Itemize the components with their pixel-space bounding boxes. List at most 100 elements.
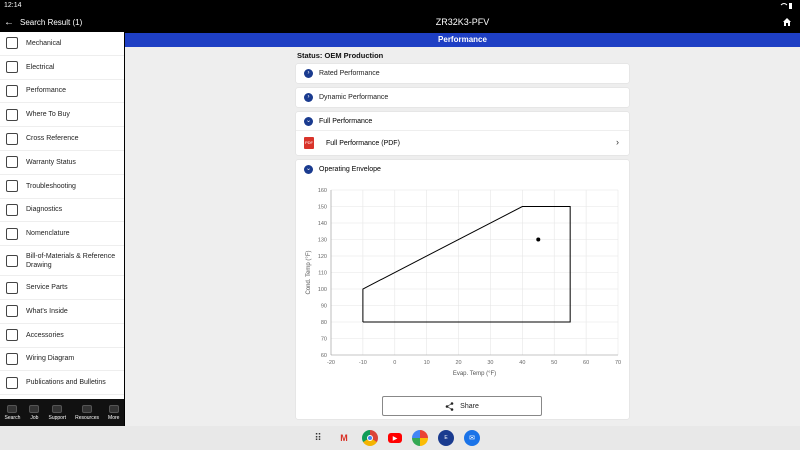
youtube-icon[interactable]: ▶ [388, 433, 402, 443]
android-nav-bar: ⠿ M ▶ E ✉ [0, 426, 800, 450]
sidebar-item-where-to-buy[interactable]: Where To Buy [0, 103, 124, 128]
full-performance-label: Full Performance [319, 117, 373, 125]
rated-performance-label: Rated Performance [319, 70, 380, 77]
sidebar-item-warranty-status[interactable]: Warranty Status [0, 151, 124, 175]
tab-label: Resources [75, 414, 99, 421]
sidebar-item-service-parts[interactable]: Service Parts [0, 276, 124, 300]
sidebar-title: Search Result (1) [20, 17, 83, 27]
gmail-icon[interactable]: M [336, 430, 352, 446]
sidebar-menu: Mechanical Electrical Performance Where To … [0, 32, 124, 399]
x-tick-label: 0 [393, 360, 396, 366]
job-icon [29, 404, 40, 413]
tab-label: More [108, 414, 120, 421]
photos-icon[interactable] [412, 430, 428, 446]
resources-icon [82, 404, 93, 413]
tab-search[interactable]: Search [5, 404, 20, 421]
wifi-icon [780, 3, 792, 9]
sidebar-item-label: What's Inside [26, 307, 68, 315]
tab-support[interactable]: Support [49, 404, 66, 421]
chevron-right-icon: › [304, 93, 313, 102]
x-tick-label: 70 [615, 360, 621, 366]
x-tick-label: 20 [455, 360, 461, 366]
app-icon[interactable]: E [438, 430, 454, 446]
dynamic-performance-row[interactable]: › Dynamic Performance [296, 88, 629, 107]
share-button[interactable]: Share [382, 396, 542, 416]
sidebar-item-electrical[interactable]: Electrical [0, 56, 124, 80]
tab-resources[interactable]: Resources [75, 404, 99, 421]
x-tick-label: -20 [327, 360, 335, 366]
envelope-line [362, 206, 571, 323]
sidebar-item-diagnostics[interactable]: Diagnostics [0, 199, 124, 223]
product-status: Status: OEM Production [297, 51, 384, 60]
search-icon [7, 404, 18, 413]
y-tick-label: 150 [318, 205, 327, 211]
chrome-icon[interactable] [362, 430, 378, 446]
sidebar-item-label: Wiring Diagram [26, 355, 75, 363]
x-tick-label: 50 [551, 360, 557, 366]
x-tick-label: 60 [583, 360, 589, 366]
clock: 12:14 [4, 2, 22, 9]
operating-point [536, 237, 541, 242]
pdf-icon: PDF [304, 137, 314, 149]
bom-icon [6, 254, 18, 267]
x-tick-label: 40 [519, 360, 525, 366]
app-drawer-icon[interactable]: ⠿ [310, 430, 326, 446]
sidebar-item-label: Troubleshooting [26, 182, 76, 190]
chevron-right-icon: › [616, 137, 619, 147]
share-icon [445, 401, 454, 411]
sidebar-item-label: Mechanical [26, 39, 62, 47]
sidebar-item-label: Cross Reference [26, 135, 79, 143]
app-dock: ⠿ M ▶ E ✉ [310, 429, 480, 447]
content-column: Status: OEM Production › Rated Performan… [296, 47, 629, 426]
diagnostics-icon [6, 203, 18, 216]
bottom-tab-bar: Search Job Support Resources More [0, 399, 124, 426]
sidebar-item-troubleshooting[interactable]: Troubleshooting [0, 175, 124, 199]
warranty-icon [6, 156, 18, 169]
sidebar-item-nomenclature[interactable]: Nomenclature [0, 222, 124, 247]
sidebar-item-label: Nomenclature [26, 230, 70, 238]
sidebar: ← Search Result (1) Mechanical Electrical… [0, 12, 124, 426]
sidebar-item-label: Performance [26, 87, 67, 95]
y-tick-label: 90 [321, 304, 327, 310]
full-performance-section: ⌄ Full Performance PDF Full Performance … [296, 112, 629, 155]
sidebar-item-cross-reference[interactable]: Cross Reference [0, 127, 124, 151]
chevron-down-icon: ⌄ [304, 116, 313, 126]
full-performance-header[interactable]: ⌄ Full Performance [296, 112, 629, 131]
sidebar-item-accessories[interactable]: Accessories [0, 324, 124, 348]
tab-more[interactable]: More [108, 404, 120, 421]
electrical-icon [6, 61, 18, 74]
sidebar-item-label: Accessories [26, 331, 64, 339]
operating-envelope-chart: -20 -10 0 10 20 30 40 50 60 70 60 70 80 90 100 110 120 13… [306, 188, 621, 377]
sidebar-header: ← Search Result (1) [0, 12, 124, 32]
page-title: ZR32K3-PFV [435, 17, 490, 27]
sidebar-item-what-s-inside[interactable]: What's Inside [0, 300, 124, 324]
back-arrow-icon[interactable]: ← [4, 17, 14, 28]
sidebar-item-label: Where To Buy [26, 111, 70, 119]
full-performance-pdf-link[interactable]: PDF Full Performance (PDF) › [296, 131, 629, 155]
rated-performance-row[interactable]: › Rated Performance [296, 64, 629, 83]
sidebar-item-mechanical[interactable]: Mechanical [0, 32, 124, 56]
share-label: Share [460, 402, 479, 410]
sidebar-item-label: Warranty Status [26, 158, 76, 166]
main-panel: ZR32K3-PFV Performance Status: OEM Produ… [125, 12, 800, 426]
chevron-right-icon: › [304, 69, 313, 78]
whats-inside-icon [6, 305, 18, 318]
operating-envelope-header[interactable]: ⌄ Operating Envelope [296, 160, 629, 179]
accessories-icon [6, 329, 18, 342]
section-bar: Performance [125, 33, 800, 47]
sidebar-item-performance[interactable]: Performance [0, 80, 124, 104]
y-tick-label: 60 [321, 353, 327, 359]
sidebar-item-wiring-diagram[interactable]: Wiring Diagram [0, 348, 124, 372]
home-icon[interactable] [782, 17, 792, 27]
y-tick-label: 140 [318, 221, 327, 227]
service-parts-icon [6, 281, 18, 294]
sidebar-item-bill-of-materials-reference-drawing[interactable]: Bill-of-Materials & Reference Drawing [0, 246, 124, 277]
cross-reference-icon [6, 132, 18, 145]
tab-job[interactable]: Job [29, 404, 40, 421]
x-tick-label: 30 [487, 360, 493, 366]
sidebar-item-publications-and-bulletins[interactable]: Publications and Bulletins [0, 371, 124, 396]
mechanical-icon [6, 37, 18, 50]
support-icon [52, 404, 63, 413]
nomenclature-icon [6, 227, 18, 240]
messages-icon[interactable]: ✉ [464, 430, 480, 446]
